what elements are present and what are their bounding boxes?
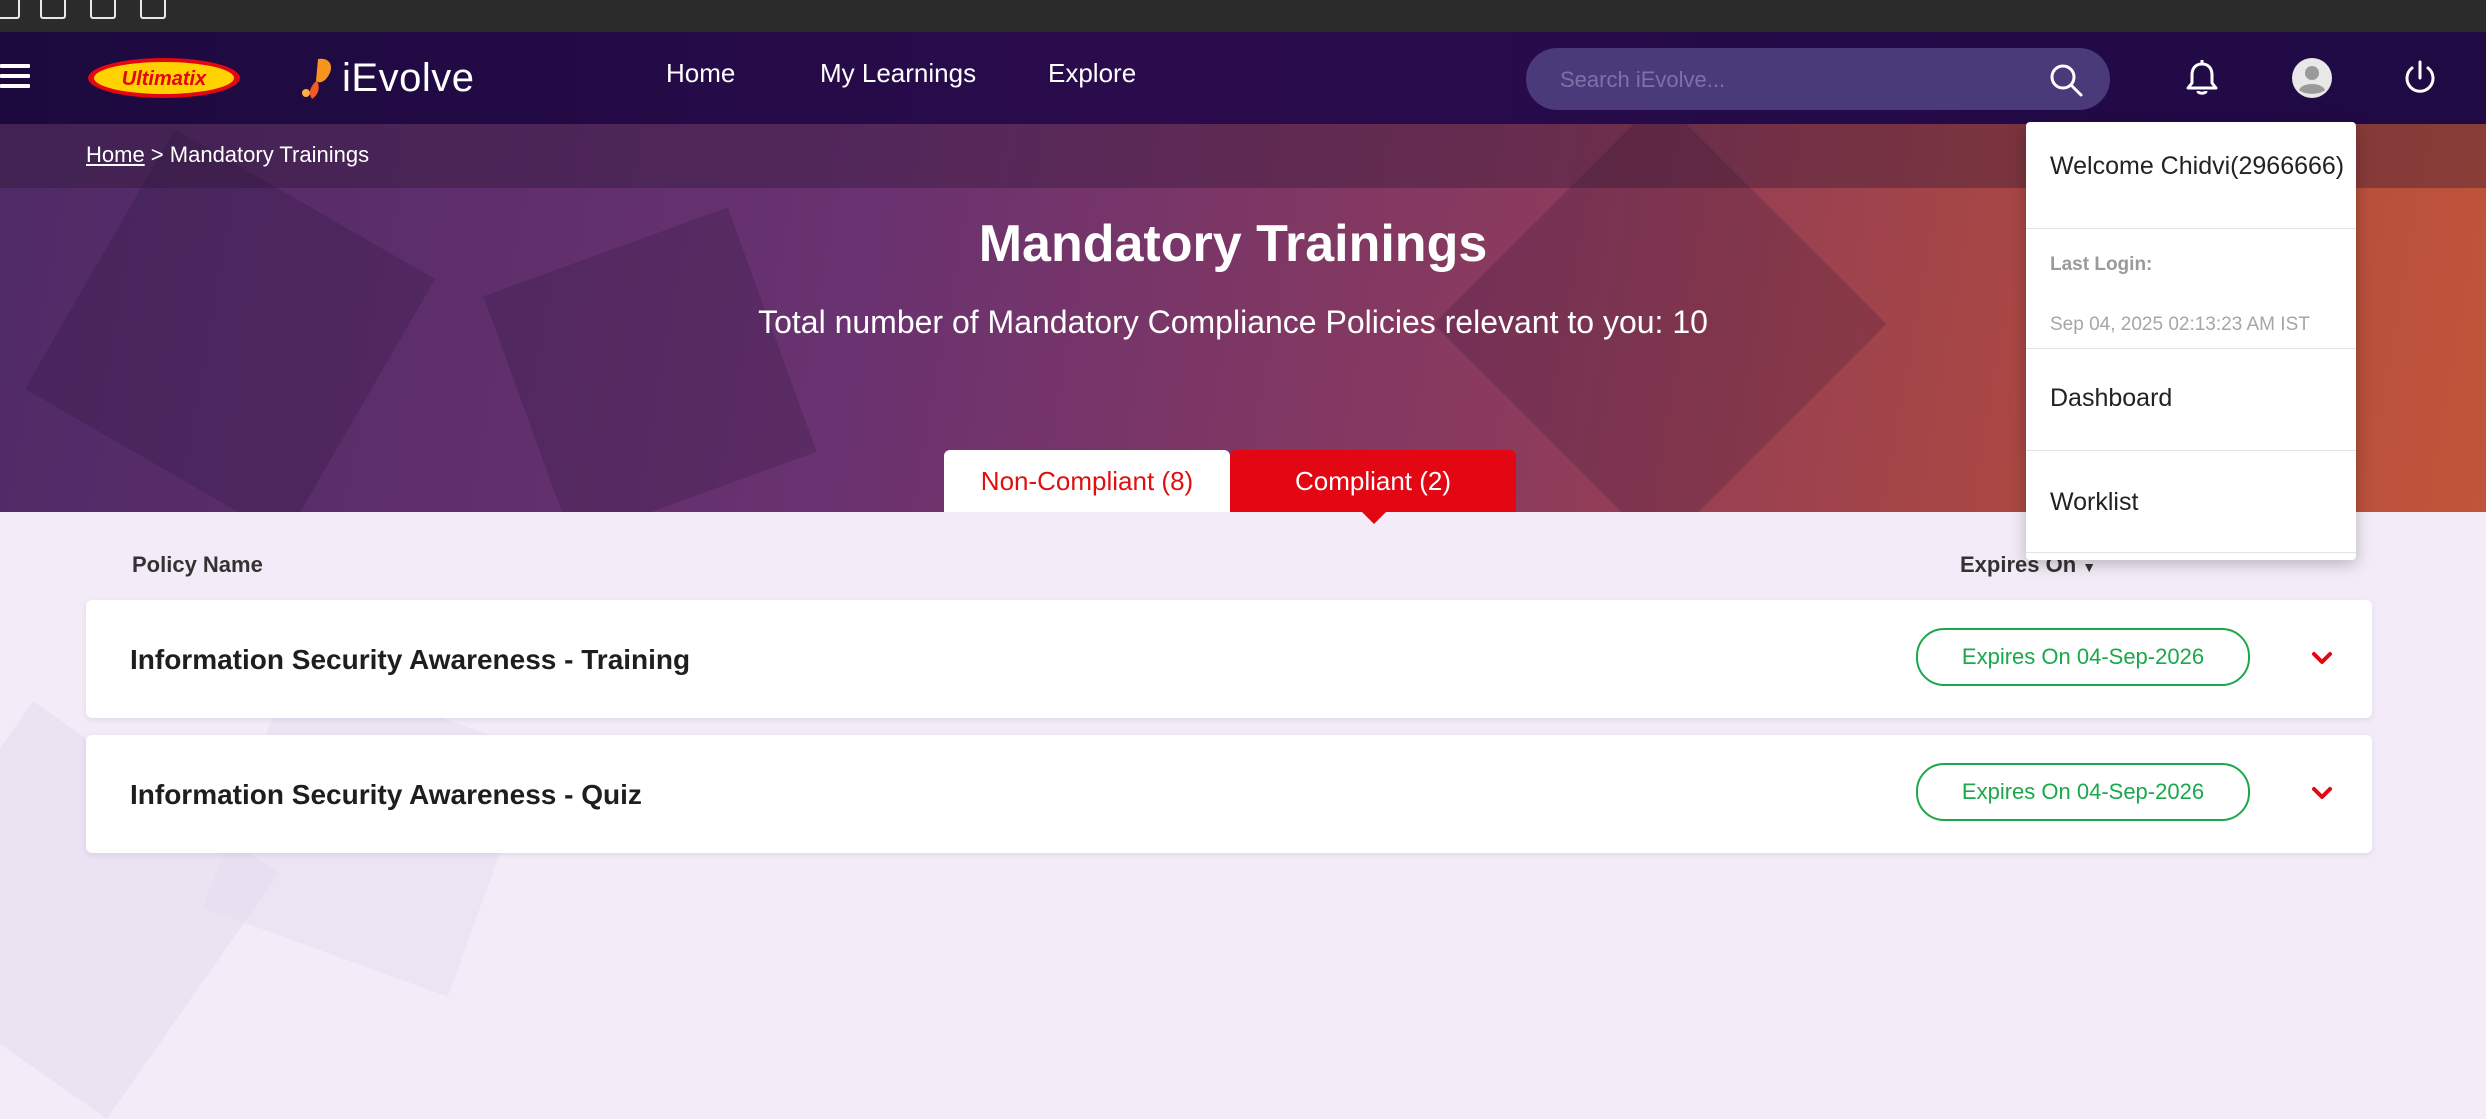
hamburger-menu-icon[interactable] xyxy=(0,64,30,92)
breadcrumb-separator: > xyxy=(144,142,170,167)
ievolve-logo-text: iEvolve xyxy=(342,55,475,100)
expiry-badge: Expires On 04-Sep-2026 xyxy=(1916,763,2250,821)
menu-divider xyxy=(2026,228,2356,229)
nav-link-my-learnings[interactable]: My Learnings xyxy=(820,58,976,89)
window-control-icon[interactable] xyxy=(40,0,66,19)
breadcrumb-home-link[interactable]: Home xyxy=(86,142,145,167)
top-navbar: Ultimatix iEvolve Home My Learnings Expl… xyxy=(0,32,2486,124)
chevron-down-icon[interactable] xyxy=(2308,644,2336,672)
menu-divider xyxy=(2026,450,2356,451)
ultimatix-logo[interactable]: Ultimatix xyxy=(86,54,242,102)
search-box xyxy=(1526,48,2110,112)
search-input[interactable] xyxy=(1558,48,2022,112)
menu-divider xyxy=(2026,348,2356,349)
tab-non-compliant[interactable]: Non-Compliant (8) xyxy=(944,450,1230,512)
nav-link-explore[interactable]: Explore xyxy=(1048,58,1136,89)
butterfly-icon xyxy=(302,58,332,99)
policy-name: Information Security Awareness - Trainin… xyxy=(130,644,691,675)
welcome-text: Welcome Chidvi(2966666) xyxy=(2050,152,2345,180)
last-login-value: Sep 04, 2025 02:13:23 AM IST xyxy=(2050,314,2310,335)
last-login-label: Last Login: xyxy=(2050,254,2153,275)
menu-divider xyxy=(2026,552,2356,553)
ievolve-logo[interactable]: iEvolve xyxy=(296,48,474,108)
tab-compliant[interactable]: Compliant (2) xyxy=(1230,450,1516,512)
breadcrumb-current: Mandatory Trainings xyxy=(169,142,370,167)
user-avatar-icon[interactable] xyxy=(2290,56,2334,100)
menu-item-dashboard[interactable]: Dashboard xyxy=(2050,384,2380,413)
breadcrumb: Home > Mandatory Trainings xyxy=(86,142,369,168)
policy-name: Information Security Awareness - Quiz xyxy=(130,779,642,810)
policy-row[interactable]: Information Security Awareness - Trainin… xyxy=(86,600,2372,718)
expiry-badge: Expires On 04-Sep-2026 xyxy=(1916,628,2250,686)
nav-link-home[interactable]: Home xyxy=(666,58,735,89)
search-icon[interactable] xyxy=(2048,62,2084,98)
menu-item-worklist[interactable]: Worklist xyxy=(2050,488,2380,517)
active-tab-caret xyxy=(1362,512,1386,524)
window-control-icon[interactable] xyxy=(90,0,116,19)
policy-row[interactable]: Information Security Awareness - Quiz Ex… xyxy=(86,735,2372,853)
user-dropdown-menu: Welcome Chidvi(2966666) Last Login: Sep … xyxy=(2026,122,2356,560)
column-header-policy-name: Policy Name xyxy=(132,552,263,577)
window-control-icon[interactable] xyxy=(140,0,166,19)
window-control-icon[interactable] xyxy=(0,0,20,19)
chevron-down-icon[interactable] xyxy=(2308,779,2336,807)
power-icon[interactable] xyxy=(2398,56,2442,100)
svg-text:Ultimatix: Ultimatix xyxy=(122,68,207,90)
bell-icon[interactable] xyxy=(2180,56,2224,100)
window-titlebar xyxy=(0,0,2486,32)
sort-caret-icon: ▼ xyxy=(2082,559,2097,575)
